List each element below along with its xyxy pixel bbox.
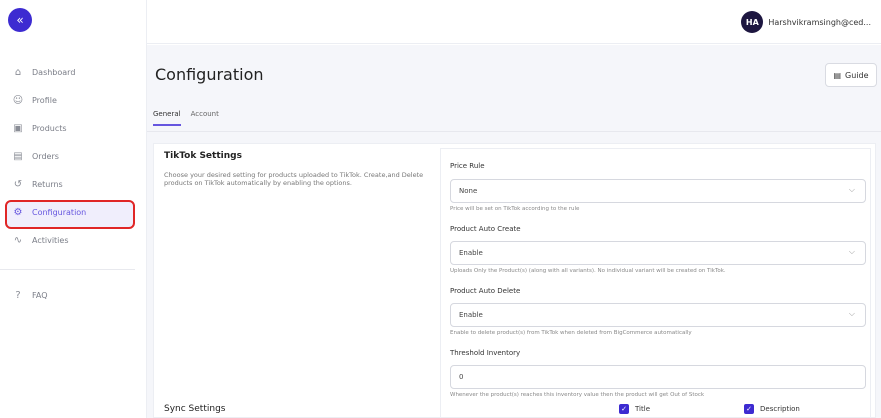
gear-icon: ⚙ [13,206,23,218]
product-auto-create-value: Enable [459,249,483,257]
sidebar-nav: ⌂ Dashboard ☺ Profile ▣ Products ▤ Order… [0,58,147,254]
sidebar: « ⌂ Dashboard ☺ Profile ▣ Products ▤ Ord… [0,0,147,418]
sidebar-item-label: Activities [32,235,69,245]
description-checkbox[interactable]: ✓ Description [744,404,800,414]
tab-account[interactable]: Account [191,110,219,126]
settings-panel: Price Rule None ⌵ Price will be set on T… [440,148,871,418]
product-auto-create-select[interactable]: Enable ⌵ [450,241,866,265]
sidebar-item-label: Profile [32,95,57,105]
product-auto-create-label: Product Auto Create [450,225,521,233]
profile-icon: ☺ [12,94,24,106]
tabs: General Account [153,110,219,126]
price-rule-value: None [459,187,478,195]
chevron-down-icon: ⌵ [848,309,855,318]
settings-card: TikTok Settings Choose your desired sett… [153,143,876,418]
sidebar-item-configuration[interactable]: ⚙ Configuration [0,198,147,226]
chevron-down-icon: ⌵ [848,247,855,256]
tab-general[interactable]: General [153,110,181,126]
help-icon: ? [15,289,21,301]
guide-label: Guide [845,70,869,80]
threshold-inventory-input[interactable]: 0 [450,365,866,389]
sidebar-item-dashboard[interactable]: ⌂ Dashboard [0,58,147,86]
price-rule-hint: Price will be set on TikTok according to… [450,206,580,212]
tabs-divider [147,131,881,132]
title-checkbox[interactable]: ✓ Title [619,404,650,414]
title-checkbox-label: Title [635,405,651,413]
product-auto-delete-hint: Enable to delete product(s) from TikTok … [450,330,692,336]
user-menu[interactable]: HA Harshvikramsingh@ced... [741,11,871,33]
section-description: Choose your desired setting for products… [164,171,424,187]
sidebar-item-products[interactable]: ▣ Products [0,114,147,142]
page-title: Configuration [155,65,264,84]
guide-button[interactable]: ▤ Guide [825,63,877,87]
checkbox-checked-icon: ✓ [744,404,754,414]
sidebar-divider [0,269,135,270]
sidebar-item-orders[interactable]: ▤ Orders [0,142,147,170]
main-content: Configuration ▤ Guide General Account Ti… [147,45,881,418]
sidebar-item-faq[interactable]: ? FAQ [0,281,147,309]
product-auto-create-hint: Uploads Only the Product(s) (along with … [450,268,726,274]
threshold-inventory-label: Threshold Inventory [450,349,521,357]
sidebar-item-label: Orders [32,151,59,161]
sidebar-item-label: Dashboard [32,67,76,77]
collapse-sidebar-button[interactable]: « [8,8,32,32]
sidebar-item-activities[interactable]: ∿ Activities [0,226,147,254]
description-checkbox-label: Description [760,405,800,413]
threshold-inventory-hint: Whenever the product(s) reaches this inv… [450,392,705,398]
home-icon: ⌂ [14,66,22,78]
orders-icon: ▤ [13,150,23,162]
sync-settings-title: Sync Settings [164,404,226,414]
checkbox-checked-icon: ✓ [619,404,629,414]
product-auto-delete-select[interactable]: Enable ⌵ [450,303,866,327]
sidebar-item-returns[interactable]: ↺ Returns [0,170,147,198]
price-rule-select[interactable]: None ⌵ [450,179,866,203]
top-bar: HA Harshvikramsingh@ced... [147,0,881,44]
user-email: Harshvikramsingh@ced... [768,17,871,27]
threshold-inventory-value: 0 [459,373,464,381]
avatar: HA [741,11,764,33]
activity-icon: ∿ [13,234,23,246]
sidebar-item-label: Products [32,123,67,133]
product-auto-delete-value: Enable [459,311,483,319]
sidebar-item-label: FAQ [32,290,48,300]
returns-icon: ↺ [13,178,23,190]
sidebar-item-label: Configuration [32,207,87,217]
chevron-down-icon: ⌵ [848,185,855,194]
product-auto-delete-label: Product Auto Delete [450,287,521,295]
products-icon: ▣ [13,122,23,134]
section-title: TikTok Settings [164,151,242,161]
document-icon: ▤ [833,70,842,80]
price-rule-label: Price Rule [450,162,485,170]
sidebar-item-label: Returns [32,179,63,189]
sidebar-item-profile[interactable]: ☺ Profile [0,86,147,114]
